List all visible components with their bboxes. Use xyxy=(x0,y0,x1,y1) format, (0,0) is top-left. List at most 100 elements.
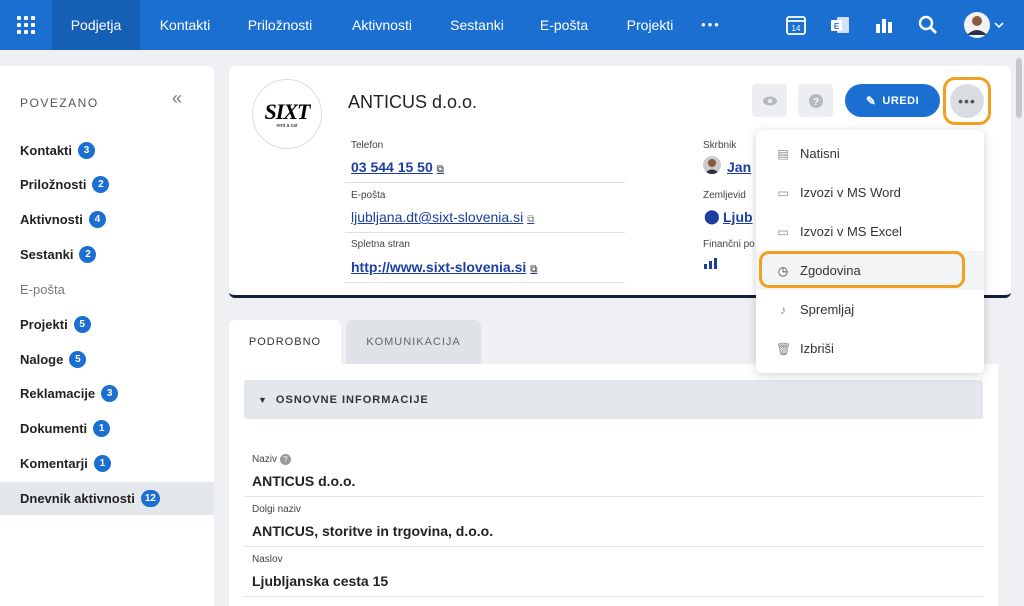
menu-item-label: Izbriši xyxy=(800,341,834,356)
sidebar-item-aktivnosti[interactable]: Aktivnosti 4 xyxy=(0,203,214,236)
owner-link[interactable]: Jan xyxy=(727,159,751,175)
edit-button[interactable]: ✎ UREDI xyxy=(845,84,940,117)
menu-item-export-word[interactable]: ▭ Izvozi v MS Word xyxy=(756,173,984,212)
nav-podjetja[interactable]: Podjetja xyxy=(52,0,140,50)
pencil-icon: ✎ xyxy=(865,93,877,108)
copy-icon[interactable]: ⧉ xyxy=(530,264,537,275)
reports-chart-icon[interactable] xyxy=(872,12,896,38)
financial-label: Finančni po xyxy=(703,239,755,250)
divider xyxy=(345,232,625,233)
map-link[interactable]: Ljub xyxy=(723,209,753,225)
count-badge: 5 xyxy=(69,351,87,368)
owner-label: Skrbnik xyxy=(703,140,737,151)
menu-item-delete[interactable]: 🗑︎ Izbriši xyxy=(756,329,984,368)
tab-komunikacija[interactable]: KOMUNIKACIJA xyxy=(346,320,481,364)
sidebar-item-sestanki[interactable]: Sestanki 2 xyxy=(0,238,214,271)
web-link[interactable]: http://www.sixt-slovenia.si ⧉ xyxy=(351,259,537,275)
copy-icon[interactable]: ⧉ xyxy=(527,214,534,225)
sidebar-item-kontakti[interactable]: Kontakti 3 xyxy=(0,134,214,167)
phone-value: 03 544 15 50 xyxy=(351,159,433,175)
sidebar-item-projekti[interactable]: Projekti 5 xyxy=(0,308,214,341)
divider xyxy=(244,496,983,497)
edit-label: UREDI xyxy=(882,94,920,107)
nav-more-button[interactable]: ••• xyxy=(694,0,728,50)
email-label: E-pošta xyxy=(351,190,386,201)
address-value: Ljubljanska cesta 15 xyxy=(252,573,389,589)
sidebar-item-label: E-pošta xyxy=(20,282,65,297)
menu-item-label: Izvozi v MS Word xyxy=(800,185,901,200)
grid-icon xyxy=(17,16,35,34)
logo-mark: SIXT xyxy=(264,99,311,124)
calendar-icon[interactable]: 14 xyxy=(784,12,808,38)
copy-icon[interactable]: ⧉ xyxy=(437,164,444,175)
divider xyxy=(345,182,625,183)
sidebar-item-label: Dokumenti xyxy=(20,421,88,436)
document-icon: ▭ xyxy=(777,224,789,239)
email-link[interactable]: ljubljana.dt@sixt-slovenia.si ⧉ xyxy=(351,209,534,225)
user-menu-button[interactable] xyxy=(962,12,1008,38)
printer-icon: ▤ xyxy=(777,146,789,161)
company-logo: SIXT rent a car xyxy=(252,79,322,149)
sidebar-item-label: Aktivnosti xyxy=(20,212,83,227)
exchange-icon[interactable]: E xyxy=(828,12,852,38)
web-value: http://www.sixt-slovenia.si xyxy=(351,259,527,275)
more-actions-button[interactable]: ••• xyxy=(943,77,991,125)
calendar-day: 14 xyxy=(792,24,801,33)
phone-link[interactable]: 03 544 15 50 ⧉ xyxy=(351,159,444,175)
company-name: ANTICUS d.o.o. xyxy=(348,92,478,112)
sidebar-item-label: Sestanki xyxy=(20,247,74,262)
sidebar-item-label: Dnevnik aktivnosti xyxy=(20,491,135,506)
search-icon[interactable] xyxy=(916,12,940,38)
long-name-value: ANTICUS, storitve in trgovina, d.o.o. xyxy=(252,523,494,539)
menu-item-print[interactable]: ▤ Natisni xyxy=(756,134,984,173)
logo-subtitle: rent a car xyxy=(276,123,298,129)
count-badge: 1 xyxy=(93,455,111,472)
sidebar-item-label: Naloge xyxy=(20,352,64,367)
help-button[interactable]: ? xyxy=(798,84,833,117)
nav-priloznosti[interactable]: Priložnosti xyxy=(234,0,326,50)
nav-eposta[interactable]: E-pošta xyxy=(528,0,600,50)
phone-label: Telefon xyxy=(351,140,384,151)
nav-kontakti[interactable]: Kontakti xyxy=(146,0,224,50)
count-badge: 3 xyxy=(78,142,95,159)
count-badge: 4 xyxy=(88,211,106,228)
sidebar-title: POVEZANO xyxy=(20,96,99,110)
tab-podrobno[interactable]: PODROBNO xyxy=(229,320,341,364)
long-name-label: Dolgi naziv xyxy=(252,504,301,515)
help-icon[interactable]: ? xyxy=(279,454,291,465)
financial-chart-icon[interactable] xyxy=(703,256,719,275)
map-pin-icon: ⬤ xyxy=(704,208,720,224)
count-badge: 2 xyxy=(92,176,110,193)
scrollbar[interactable] xyxy=(1016,58,1022,118)
section-title: OSNOVNE INFORMACIJE xyxy=(275,393,429,406)
svg-text:?: ? xyxy=(812,97,818,108)
map-label: Zemljevid xyxy=(703,190,746,201)
watch-button[interactable] xyxy=(752,84,787,117)
name-value: ANTICUS d.o.o. xyxy=(252,473,356,489)
section-header[interactable]: ▼ OSNOVNE INFORMACIJE xyxy=(244,380,983,419)
menu-item-export-excel[interactable]: ▭ Izvozi v MS Excel xyxy=(756,212,984,251)
app-launcher-button[interactable] xyxy=(0,0,52,50)
sidebar-item-reklamacije[interactable]: Reklamacije 3 xyxy=(0,377,214,410)
sidebar-item-naloge[interactable]: Naloge 5 xyxy=(0,343,214,376)
web-label: Spletna stran xyxy=(351,239,410,250)
menu-item-label: Natisni xyxy=(800,146,840,161)
sidebar-item-dnevnik-aktivnosti[interactable]: Dnevnik aktivnosti 12 xyxy=(0,482,214,515)
nav-sestanki[interactable]: Sestanki xyxy=(438,0,516,50)
sidebar-item-eposta[interactable]: E-pošta xyxy=(0,273,214,306)
bell-icon: ♪ xyxy=(780,302,786,317)
owner-avatar xyxy=(703,156,721,174)
more-dots-icon: ••• xyxy=(950,84,984,118)
sidebar-item-komentarji[interactable]: Komentarji 1 xyxy=(0,447,214,480)
nav-aktivnosti[interactable]: Aktivnosti xyxy=(336,0,428,50)
menu-item-label: Izvozi v MS Excel xyxy=(800,224,902,239)
email-value: ljubljana.dt@sixt-slovenia.si xyxy=(351,209,524,225)
menu-item-follow[interactable]: ♪ Spremljaj xyxy=(756,290,984,329)
nav-projekti[interactable]: Projekti xyxy=(612,0,688,50)
collapse-sidebar-icon[interactable]: « xyxy=(172,88,182,109)
sidebar-item-priloznosti[interactable]: Priložnosti 2 xyxy=(0,168,214,201)
divider xyxy=(244,546,983,547)
sidebar-item-dokumenti[interactable]: Dokumenti 1 xyxy=(0,412,214,445)
count-badge: 12 xyxy=(140,490,160,507)
sidebar-item-label: Projekti xyxy=(20,317,68,332)
